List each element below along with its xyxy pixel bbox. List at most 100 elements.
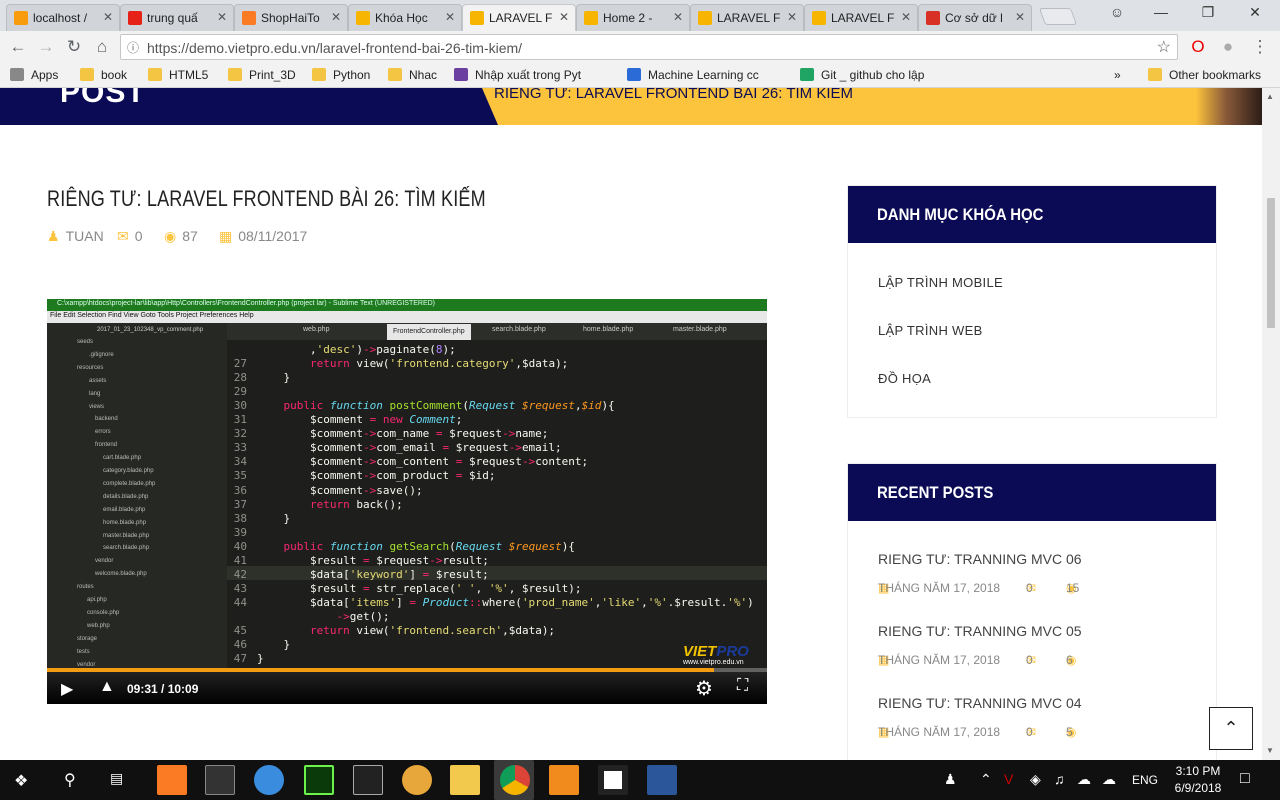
editor-tab: master.blade.php <box>673 326 727 333</box>
vietpro-icon <box>812 11 826 25</box>
bookmark-item[interactable]: book <box>80 68 127 82</box>
paint-taskbar-icon[interactable] <box>402 765 432 795</box>
volume-icon[interactable]: ▲ <box>99 678 115 696</box>
bookmark-item[interactable]: Nhac <box>388 68 437 82</box>
browser-tab[interactable]: LARAVEL F ✕ <box>804 4 918 31</box>
bookmark-item[interactable]: Nhập xuất trong Pyt <box>454 68 581 82</box>
sublime-taskbar-icon[interactable] <box>549 765 579 795</box>
category-mobile[interactable]: LẬP TRÌNH MOBILE <box>878 275 1003 290</box>
opera-icon[interactable]: O <box>1188 37 1208 57</box>
xampp-taskbar-icon[interactable] <box>157 765 187 795</box>
fullscreen-icon[interactable]: ⛶ <box>737 677 748 695</box>
recent-post-title[interactable]: RIENG TƯ: TRANNING MVC 06 <box>878 551 1082 567</box>
reload-button[interactable]: ↻ <box>64 37 84 57</box>
tab-strip: localhost / ✕ trung quấ ✕ ShopHaiTo ✕ Khóa Học… <box>0 0 1280 31</box>
maximize-button[interactable]: ❐ <box>1193 4 1223 21</box>
vietkey-icon[interactable]: V <box>1004 771 1013 787</box>
browser-tab[interactable]: Home 2 - ✕ <box>576 4 690 31</box>
cloud-icon[interactable]: ☁ <box>1077 771 1091 788</box>
close-tab-icon[interactable]: ✕ <box>217 10 227 24</box>
chrome-taskbar-icon[interactable] <box>500 765 530 795</box>
category-web[interactable]: LẬP TRÌNH WEB <box>878 323 983 338</box>
calculator-taskbar-icon[interactable] <box>353 765 383 795</box>
back-to-top-button[interactable]: ⌃ <box>1209 707 1253 750</box>
task-view-icon[interactable]: ▤ <box>110 770 123 787</box>
recent-post-title[interactable]: RIENG TƯ: TRANNING MVC 04 <box>878 695 1082 711</box>
line-number: 27 <box>233 357 247 371</box>
video-player[interactable]: C:\xampp\htdocs\project-lar\lib\app\Http… <box>47 299 767 704</box>
dreamweaver-taskbar-icon[interactable] <box>304 765 334 795</box>
clock[interactable]: 3:10 PM 6/9/2018 <box>1168 763 1228 797</box>
menu-icon[interactable]: ⋮ <box>1250 37 1270 57</box>
page-scrollbar[interactable]: ▲ ▼ <box>1262 88 1280 760</box>
close-tab-icon[interactable]: ✕ <box>445 10 455 24</box>
globe-taskbar-icon[interactable] <box>254 765 284 795</box>
url-text[interactable]: https://demo.vietpro.edu.vn/laravel-fron… <box>147 40 522 56</box>
info-icon[interactable]: ⓘ <box>127 39 139 56</box>
category-graphics[interactable]: ĐỒ HỌA <box>878 371 931 386</box>
bookmark-item[interactable]: HTML5 <box>148 68 208 82</box>
post-author[interactable]: TUAN <box>66 228 104 244</box>
scroll-up-arrow[interactable]: ▲ <box>1266 92 1274 101</box>
close-tab-icon[interactable]: ✕ <box>559 10 569 24</box>
close-tab-icon[interactable]: ✕ <box>787 10 797 24</box>
scroll-down-arrow[interactable]: ▼ <box>1266 746 1274 755</box>
bookmark-item[interactable]: Machine Learning cc <box>627 68 759 82</box>
close-tab-icon[interactable]: ✕ <box>1015 10 1025 24</box>
browser-tab[interactable]: LARAVEL F ✕ <box>462 4 576 31</box>
youtube-icon <box>128 11 142 25</box>
browser-tab[interactable]: ShopHaiTo ✕ <box>234 4 348 31</box>
browser-tab[interactable]: localhost / ✕ <box>6 4 120 31</box>
word-taskbar-icon[interactable] <box>647 765 677 795</box>
close-tab-icon[interactable]: ✕ <box>331 10 341 24</box>
browser-tab[interactable]: trung quấ ✕ <box>120 4 234 31</box>
folder-icon <box>1148 68 1162 81</box>
post-comments[interactable]: 0 <box>135 228 143 244</box>
post-title: RIÊNG TƯ: LARAVEL FRONTEND BÀI 26: TÌM K… <box>47 186 486 211</box>
bookmark-item[interactable]: » <box>1114 68 1121 82</box>
windows-start-icon[interactable]: ❖ <box>14 771 28 791</box>
editor-file: lang <box>89 390 101 397</box>
address-bar[interactable]: ⓘ https://demo.vietpro.edu.vn/laravel-fr… <box>120 34 1178 60</box>
language-indicator[interactable]: ENG <box>1132 773 1158 787</box>
browser-tab[interactable]: LARAVEL F ✕ <box>690 4 804 31</box>
bookmark-item[interactable]: Other bookmarks <box>1148 68 1261 82</box>
minimize-button[interactable]: — <box>1146 4 1176 20</box>
code-line: $comment->com_email = $request->email; <box>257 441 562 455</box>
profile-icon[interactable]: ☺ <box>1102 4 1132 20</box>
recent-post-title[interactable]: RIENG TƯ: TRANNING MVC 05 <box>878 623 1082 639</box>
bookmark-item[interactable]: Python <box>312 68 370 82</box>
notifications-icon[interactable]: □ <box>1240 770 1250 788</box>
home-button[interactable]: ⌂ <box>92 37 112 57</box>
back-button[interactable]: ← <box>8 37 28 57</box>
new-tab-button[interactable] <box>1038 8 1078 25</box>
bookmark-label: book <box>101 68 128 82</box>
chevron-up-icon[interactable]: ⌃ <box>980 771 992 788</box>
tab-title: LARAVEL F <box>489 11 553 25</box>
explorer-taskbar-icon[interactable] <box>450 765 480 795</box>
settings-icon[interactable]: ⚙ <box>695 676 713 701</box>
people-icon[interactable]: ♟ <box>944 771 957 788</box>
onedrive-icon[interactable]: ☁ <box>1102 771 1116 788</box>
notes-taskbar-icon[interactable] <box>598 765 628 795</box>
wifi-icon[interactable]: ◈ <box>1030 771 1041 788</box>
browser-tab[interactable]: Khóa Học ✕ <box>348 4 462 31</box>
bookmark-item[interactable]: Apps <box>10 68 58 82</box>
volume-tray-icon[interactable]: ♫ <box>1054 771 1065 787</box>
star-icon[interactable]: ☆ <box>1157 37 1171 57</box>
recent-posts-title: RECENT POSTS <box>848 464 1216 521</box>
bookmark-item[interactable]: Git _ github cho lập <box>800 68 924 82</box>
scrollbar-thumb[interactable] <box>1267 198 1275 328</box>
close-tab-icon[interactable]: ✕ <box>673 10 683 24</box>
close-window-button[interactable]: ✕ <box>1240 4 1270 21</box>
bookmark-item[interactable]: Print_3D <box>228 68 296 82</box>
forward-button[interactable]: → <box>36 37 56 57</box>
close-tab-icon[interactable]: ✕ <box>103 10 113 24</box>
browser-tab[interactable]: Cơ sở dữ l ✕ <box>918 4 1032 31</box>
close-tab-icon[interactable]: ✕ <box>901 10 911 24</box>
cmd-taskbar-icon[interactable] <box>205 765 235 795</box>
editor-file: backend <box>95 416 118 423</box>
play-icon[interactable]: ▶ <box>61 679 73 699</box>
extension-icon[interactable]: ● <box>1218 37 1238 57</box>
search-icon[interactable]: ⚲ <box>64 770 76 790</box>
